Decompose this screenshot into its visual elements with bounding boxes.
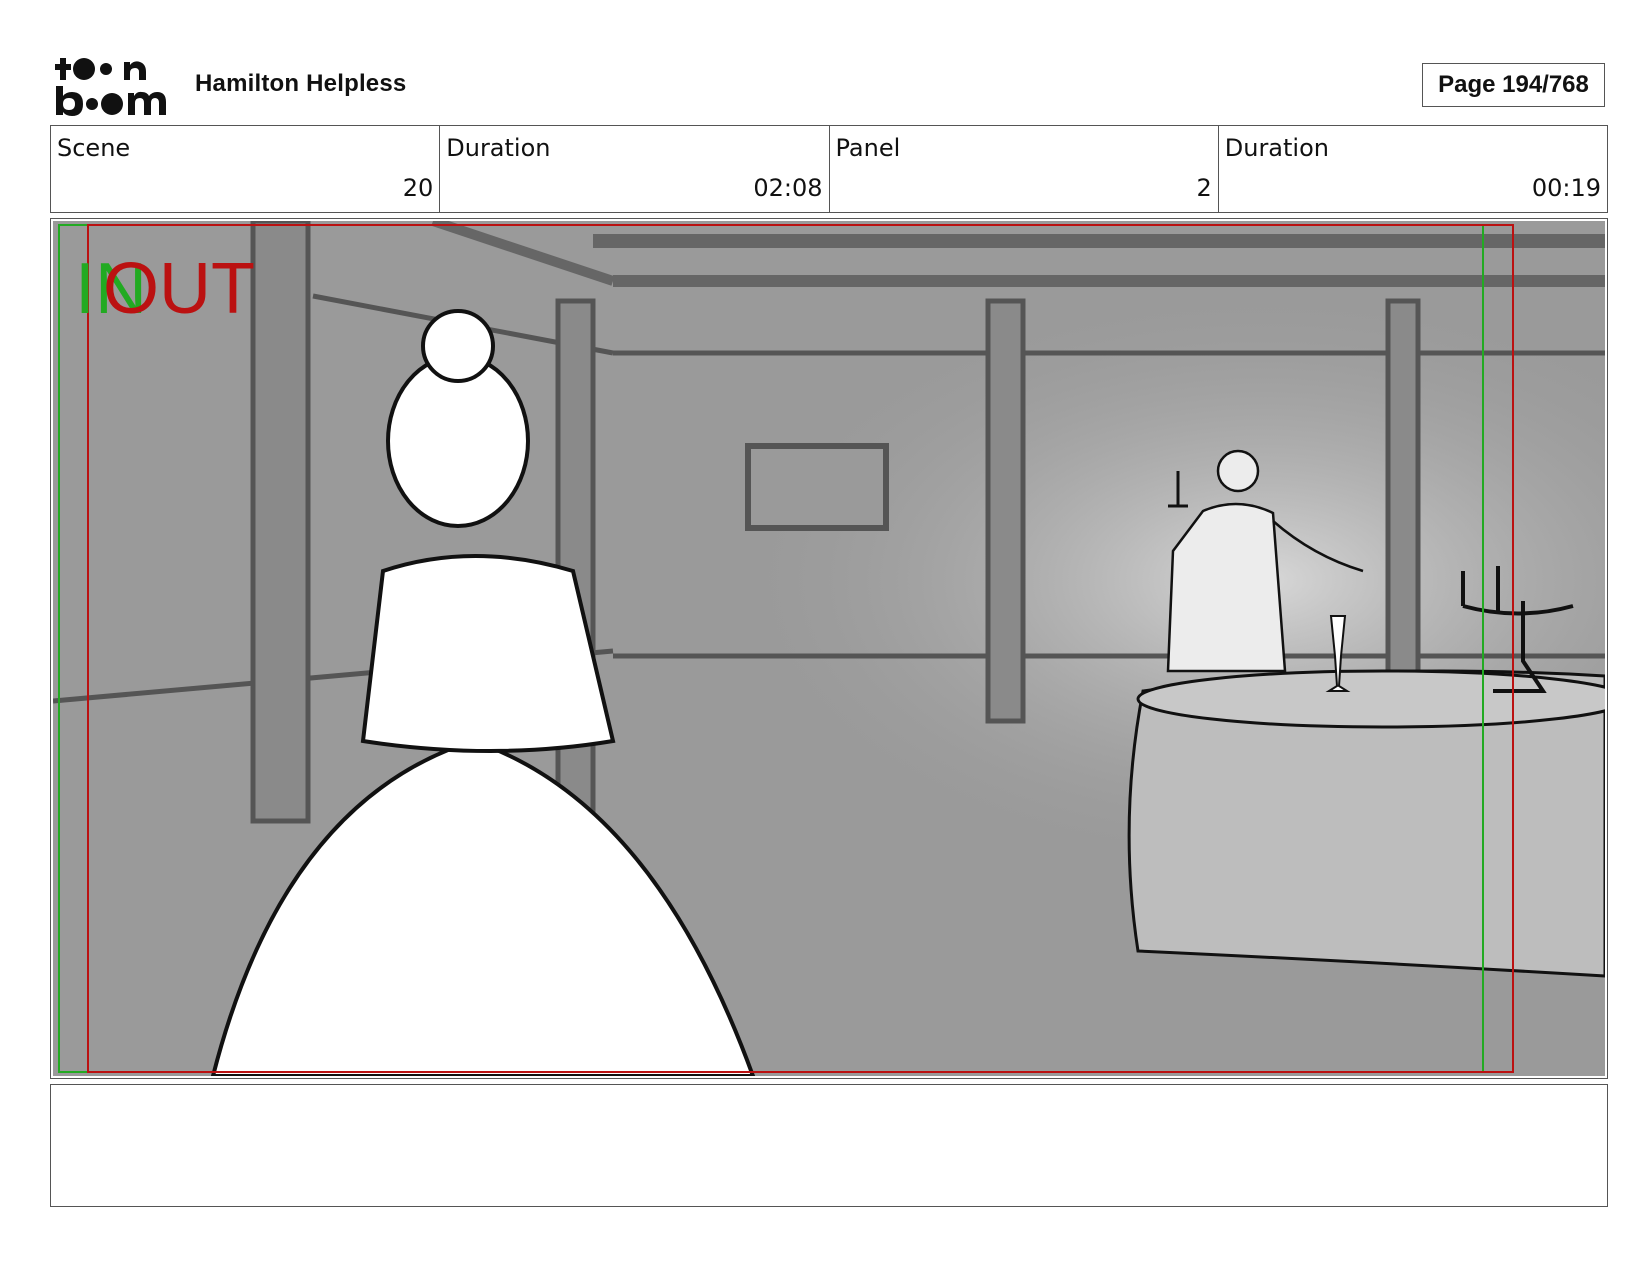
panel-duration-value: 00:19 [1531,174,1601,202]
panel-duration-label: Duration [1224,134,1329,162]
scene-label: Scene [57,134,131,162]
scene-cell: Scene 20 [51,126,441,212]
post-left [250,221,311,824]
panel-sketch: IN OUT [53,221,1605,1076]
post-center [985,298,1026,724]
panel-info-table: Scene 20 Duration 02:08 Panel 2 Duration… [50,125,1608,213]
scene-duration-cell: Duration 02:08 [440,126,830,212]
post-right [1385,298,1421,684]
page-number: Page 194/768 [1422,63,1605,107]
storyboard-panel: IN OUT [50,218,1608,1079]
panel-cell: Panel 2 [830,126,1219,212]
wall-picture-frame [745,443,889,531]
toon-boom-logo: toon [54,52,166,116]
panel-duration-cell: Duration 00:19 [1219,126,1607,212]
svg-text:toon: toon [54,52,57,53]
project-title: Hamilton Helpless [195,70,407,97]
scene-value: 20 [402,174,434,202]
panel-notes-box [50,1084,1608,1207]
scene-duration-label: Duration [446,134,551,162]
panel-label: Panel [835,134,901,162]
panel-value: 2 [1196,174,1212,202]
scene-duration-value: 02:08 [753,174,823,202]
out-marker: OUT [103,249,255,329]
